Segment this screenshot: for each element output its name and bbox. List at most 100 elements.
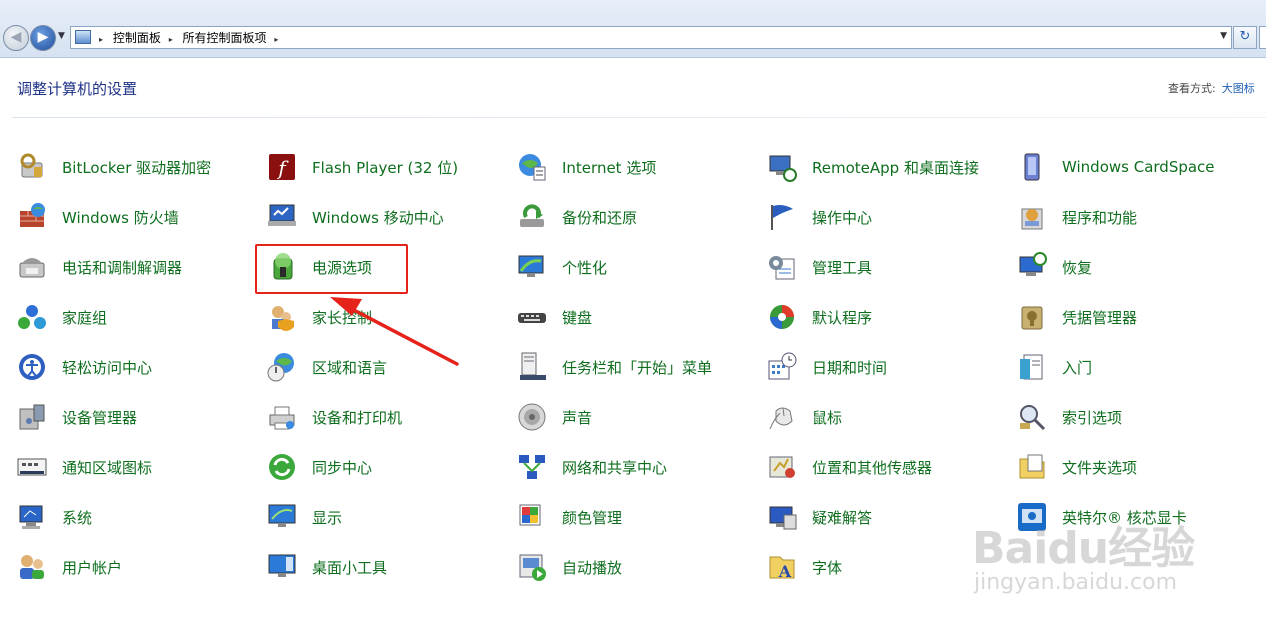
control-panel-item-label[interactable]: Windows CardSpace	[1062, 158, 1215, 176]
control-panel-item[interactable]: 系统	[16, 492, 266, 542]
control-panel-item-label[interactable]: 声音	[562, 407, 592, 428]
control-panel-item-label[interactable]: 日期和时间	[812, 357, 887, 378]
search-box[interactable]	[1259, 26, 1266, 49]
control-panel-item[interactable]: 通知区域图标	[16, 442, 266, 492]
control-panel-item-label[interactable]: 恢复	[1062, 257, 1092, 278]
control-panel-item[interactable]: 家庭组	[16, 292, 266, 342]
control-panel-item[interactable]: 程序和功能	[1016, 192, 1266, 242]
control-panel-item-label[interactable]: 凭据管理器	[1062, 307, 1137, 328]
control-panel-item[interactable]: 入门	[1016, 342, 1266, 392]
control-panel-icon	[75, 30, 91, 44]
back-button[interactable]: ◀	[3, 25, 29, 51]
control-panel-item-label[interactable]: 疑难解答	[812, 507, 872, 528]
breadcrumb-control-panel[interactable]: 控制面板	[113, 31, 161, 45]
control-panel-item[interactable]: Internet 选项	[516, 142, 766, 192]
address-dropdown-icon[interactable]: ▼	[1220, 31, 1227, 41]
control-panel-item[interactable]: 用户帐户	[16, 542, 266, 592]
breadcrumb-separator-icon[interactable]: ▸	[274, 35, 278, 44]
control-panel-item-label[interactable]: 网络和共享中心	[562, 457, 667, 478]
control-panel-item-label[interactable]: 程序和功能	[1062, 207, 1137, 228]
breadcrumb-separator-icon[interactable]: ▸	[169, 35, 173, 44]
control-panel-item[interactable]: 同步中心	[266, 442, 516, 492]
control-panel-item-label[interactable]: 备份和还原	[562, 207, 637, 228]
control-panel-item[interactable]: 任务栏和「开始」菜单	[516, 342, 766, 392]
control-panel-item[interactable]: 显示	[266, 492, 516, 542]
sync-center-icon	[266, 451, 298, 483]
control-panel-item[interactable]: 凭据管理器	[1016, 292, 1266, 342]
control-panel-item-label[interactable]: 设备管理器	[62, 407, 137, 428]
control-panel-item-label[interactable]: Flash Player (32 位)	[312, 157, 458, 178]
control-panel-item[interactable]: 桌面小工具	[266, 542, 516, 592]
control-panel-item-label[interactable]: 通知区域图标	[62, 457, 152, 478]
control-panel-item[interactable]: 管理工具	[766, 242, 1016, 292]
control-panel-item-label[interactable]: 默认程序	[812, 307, 872, 328]
control-panel-item-label[interactable]: BitLocker 驱动器加密	[62, 157, 211, 178]
control-panel-item-label[interactable]: Windows 防火墙	[62, 207, 179, 228]
breadcrumb-separator-icon[interactable]: ▸	[99, 35, 103, 44]
control-panel-item[interactable]: 默认程序	[766, 292, 1016, 342]
control-panel-item[interactable]: 网络和共享中心	[516, 442, 766, 492]
control-panel-item[interactable]: 鼠标	[766, 392, 1016, 442]
control-panel-item-label[interactable]: 设备和打印机	[312, 407, 402, 428]
control-panel-item[interactable]: 电话和调制解调器	[16, 242, 266, 292]
control-panel-item-label[interactable]: Windows 移动中心	[312, 207, 444, 228]
control-panel-item-label[interactable]: 管理工具	[812, 257, 872, 278]
forward-button[interactable]: ▶	[30, 25, 56, 51]
refresh-button[interactable]: ↻	[1233, 26, 1257, 49]
control-panel-item-label[interactable]: Internet 选项	[562, 157, 656, 178]
control-panel-item[interactable]: 个性化	[516, 242, 766, 292]
control-panel-item-label[interactable]: 轻松访问中心	[62, 357, 152, 378]
control-panel-item-label[interactable]: 鼠标	[812, 407, 842, 428]
control-panel-item[interactable]: 键盘	[516, 292, 766, 342]
address-path-box[interactable]: ▸ 控制面板 ▸ 所有控制面板项 ▸ ▼	[70, 26, 1232, 49]
control-panel-item[interactable]: 颜色管理	[516, 492, 766, 542]
notification-area-icon	[16, 451, 48, 483]
control-panel-item[interactable]: 位置和其他传感器	[766, 442, 1016, 492]
control-panel-item-label[interactable]: 区域和语言	[312, 357, 387, 378]
control-panel-item-label[interactable]: RemoteApp 和桌面连接	[812, 157, 979, 178]
control-panel-item-label[interactable]: 自动播放	[562, 557, 622, 578]
control-panel-item-label[interactable]: 入门	[1062, 357, 1092, 378]
control-panel-item[interactable]: Windows CardSpace	[1016, 142, 1266, 192]
control-panel-item-label[interactable]: 文件夹选项	[1062, 457, 1137, 478]
control-panel-item[interactable]: 日期和时间	[766, 342, 1016, 392]
control-panel-item-label[interactable]: 同步中心	[312, 457, 372, 478]
control-panel-item[interactable]: RemoteApp 和桌面连接	[766, 142, 1016, 192]
control-panel-item-label[interactable]: 电话和调制解调器	[62, 257, 182, 278]
highlight-box	[255, 244, 408, 294]
control-panel-item[interactable]: BitLocker 驱动器加密	[16, 142, 266, 192]
control-panel-item-label[interactable]: 显示	[312, 507, 342, 528]
control-panel-item[interactable]: 索引选项	[1016, 392, 1266, 442]
control-panel-item[interactable]: 区域和语言	[266, 342, 516, 392]
control-panel-item[interactable]: f Flash Player (32 位)	[266, 142, 516, 192]
control-panel-item[interactable]: 备份和还原	[516, 192, 766, 242]
view-by-dropdown[interactable]: 大图标	[1222, 82, 1255, 95]
control-panel-item-label[interactable]: 系统	[62, 507, 92, 528]
control-panel-item[interactable]: 声音	[516, 392, 766, 442]
control-panel-item[interactable]: 轻松访问中心	[16, 342, 266, 392]
control-panel-item[interactable]: 设备和打印机	[266, 392, 516, 442]
control-panel-item-label[interactable]: 个性化	[562, 257, 607, 278]
control-panel-item[interactable]: Windows 移动中心	[266, 192, 516, 242]
control-panel-item[interactable]: 设备管理器	[16, 392, 266, 442]
breadcrumb: ▸ 控制面板 ▸ 所有控制面板项 ▸	[95, 29, 284, 46]
control-panel-item-label[interactable]: 家庭组	[62, 307, 107, 328]
control-panel-item-label[interactable]: 索引选项	[1062, 407, 1122, 428]
control-panel-item[interactable]: 恢复	[1016, 242, 1266, 292]
control-panel-item[interactable]: 自动播放	[516, 542, 766, 592]
control-panel-item-label[interactable]: 位置和其他传感器	[812, 457, 932, 478]
breadcrumb-all-items[interactable]: 所有控制面板项	[183, 31, 267, 45]
control-panel-item[interactable]: Windows 防火墙	[16, 192, 266, 242]
control-panel-item[interactable]: 家长控制	[266, 292, 516, 342]
control-panel-item-label[interactable]: 任务栏和「开始」菜单	[562, 357, 712, 378]
control-panel-item-label[interactable]: 键盘	[562, 307, 592, 328]
control-panel-item-label[interactable]: 家长控制	[312, 307, 372, 328]
control-panel-item-label[interactable]: 用户帐户	[62, 557, 122, 578]
control-panel-item-label[interactable]: 颜色管理	[562, 507, 622, 528]
control-panel-item[interactable]: 操作中心	[766, 192, 1016, 242]
control-panel-item-label[interactable]: 桌面小工具	[312, 557, 387, 578]
history-dropdown-icon[interactable]: ▼	[58, 31, 65, 41]
control-panel-item-label[interactable]: 操作中心	[812, 207, 872, 228]
control-panel-item-label[interactable]: 字体	[812, 557, 842, 578]
control-panel-item[interactable]: 文件夹选项	[1016, 442, 1266, 492]
